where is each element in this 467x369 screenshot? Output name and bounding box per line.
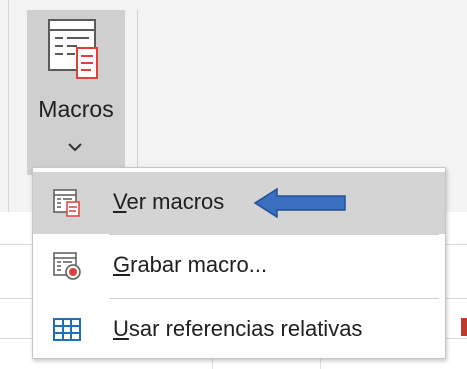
chevron-down-icon[interactable] — [65, 140, 85, 154]
menu-item-view-macros[interactable]: Ver macros — [33, 172, 445, 234]
record-macro-icon — [53, 252, 81, 280]
arrow-left-icon — [253, 187, 346, 219]
menu-item-label: Grabar macro... — [113, 252, 268, 277]
menu-item-label: Usar referencias relativas — [113, 316, 363, 341]
menu-item-relative-references[interactable]: Usar referencias relativas — [33, 299, 445, 361]
ribbon-separator-right — [137, 10, 138, 170]
macros-dropdown-menu: Ver macros Grabar macro... Usar referenc… — [32, 167, 446, 359]
ribbon-separator-left — [8, 0, 9, 212]
cell-edge-marker — [461, 318, 467, 336]
macros-icon — [48, 19, 98, 79]
macros-button[interactable]: Macros — [27, 10, 125, 175]
macros-label: Macros — [38, 96, 114, 122]
relative-references-icon — [53, 318, 81, 341]
menu-item-label: Ver macros — [113, 189, 225, 214]
view-macros-icon — [53, 189, 80, 217]
menu-item-record-macro[interactable]: Grabar macro... — [33, 235, 445, 297]
